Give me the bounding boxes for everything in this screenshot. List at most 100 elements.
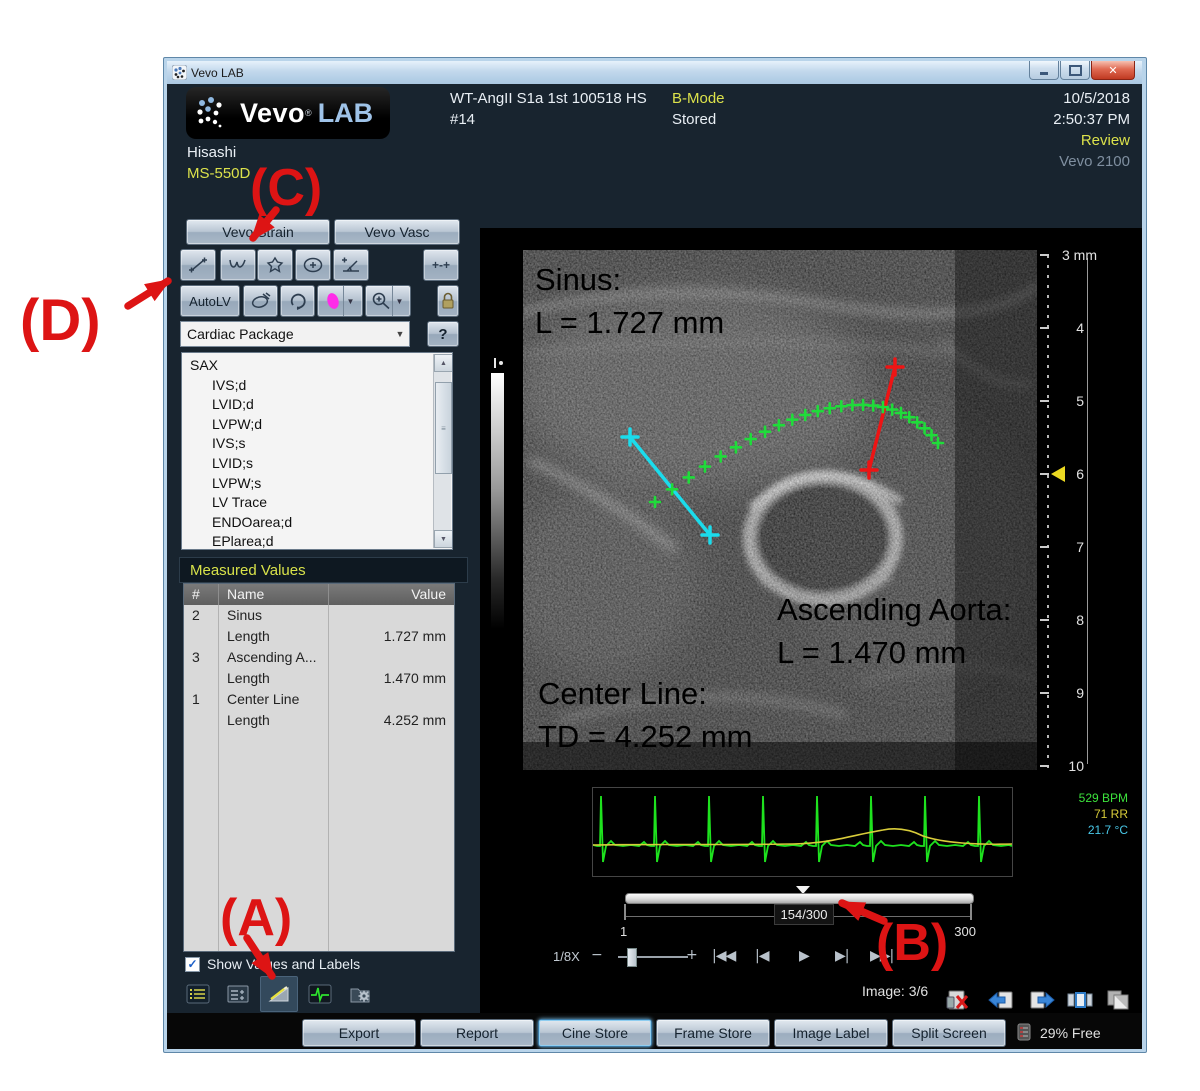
minimize-button[interactable]	[1029, 61, 1059, 80]
window-titlebar[interactable]: Vevo LAB	[167, 61, 1142, 84]
protocol-list[interactable]: SAXIVS;dLVID;dLVPW;dIVS;sLVID;sLVPW;sLV …	[181, 352, 453, 550]
protocol-scrollbar[interactable]: ▲ ≡ ▼	[433, 354, 451, 548]
tgc-marker-dot	[499, 361, 503, 365]
focus-depth-marker[interactable]	[1051, 466, 1065, 482]
protocol-item[interactable]: LVPW;d	[182, 415, 452, 435]
tab-measurements[interactable]	[260, 976, 298, 1012]
review-status: Review	[930, 130, 1130, 151]
vevo-vasc-button[interactable]: Vevo Vasc	[334, 219, 460, 245]
cine-store-button[interactable]: Cine Store	[538, 1019, 652, 1047]
vevo-strain-button[interactable]: Vevo Strain	[186, 219, 330, 245]
tab-list[interactable]	[180, 977, 216, 1011]
measured-value-name: Length	[218, 626, 328, 647]
skip-to-end-button[interactable]: ▶▶|	[870, 948, 893, 964]
protocol-item[interactable]: LVPW;s	[182, 474, 452, 494]
frame-counter: 154/300	[774, 904, 834, 925]
protocol-item[interactable]: EPlarea;d	[182, 532, 452, 550]
next-image-icon	[1028, 988, 1056, 1012]
maximize-button[interactable]	[1060, 61, 1090, 80]
lock-button[interactable]	[437, 285, 459, 317]
heart-rate-value: 529 BPM	[1008, 790, 1128, 806]
report-button[interactable]: Report	[420, 1019, 534, 1047]
tab-report[interactable]	[220, 977, 256, 1011]
cine-scrubber[interactable]	[625, 893, 974, 904]
image-compare-button[interactable]	[1105, 988, 1131, 1017]
color-roi-icon	[323, 290, 343, 312]
measured-value-name: Length	[218, 710, 328, 731]
aorta-value: L = 1.470 mm	[777, 631, 1011, 674]
measured-value-row[interactable]: Length1.727 mm	[184, 626, 454, 647]
ruler-major-tick	[1040, 692, 1049, 694]
show-values-checkbox[interactable]: ✓	[185, 957, 200, 972]
measured-value-row[interactable]: 3Ascending A...	[184, 647, 454, 668]
skip-to-start-button[interactable]: |◀◀	[712, 948, 735, 964]
split-screen-button[interactable]: Split Screen	[892, 1019, 1006, 1047]
protocol-item[interactable]: LV Trace	[182, 493, 452, 513]
protocol-item[interactable]: IVS;s	[182, 434, 452, 454]
sinus-value: L = 1.727 mm	[535, 301, 724, 344]
autolv-button[interactable]: AutoLV	[180, 285, 240, 317]
help-button[interactable]: ?	[427, 321, 459, 347]
measured-value-row[interactable]: 2Sinus	[184, 605, 454, 626]
color-roi-button[interactable]: ▼	[317, 285, 363, 317]
physio-icon	[307, 983, 333, 1005]
linear-measure-icon	[186, 255, 210, 275]
scroll-down-icon[interactable]: ▼	[434, 530, 453, 548]
step-forward-button[interactable]: ▶|	[835, 948, 848, 964]
sketch-trace-button[interactable]	[243, 285, 278, 317]
polygon-measure-button[interactable]	[257, 249, 293, 281]
scroll-thumb[interactable]: ≡	[435, 382, 452, 474]
chevron-down-icon: ▼	[391, 329, 409, 339]
package-select[interactable]: Cardiac Package ▼	[180, 321, 410, 347]
protocol-item[interactable]: IVS;d	[182, 376, 452, 396]
ellipse-measure-button[interactable]	[295, 249, 331, 281]
protocol-item[interactable]: LVID;d	[182, 395, 452, 415]
protocol-item[interactable]: SAX	[182, 356, 452, 376]
show-values-option[interactable]: ✓ Show Values and Labels	[185, 956, 360, 972]
trace-measure-button[interactable]	[220, 249, 256, 281]
tgc-marker	[494, 358, 496, 368]
angle-measure-button[interactable]	[333, 249, 369, 281]
frame-store-button[interactable]: Frame Store	[656, 1019, 770, 1047]
aorta-measurement-label: Ascending Aorta: L = 1.470 mm	[777, 588, 1011, 674]
close-icon: ✕	[1108, 64, 1117, 77]
tab-physio[interactable]	[302, 977, 338, 1011]
measured-value-row[interactable]: Length1.470 mm	[184, 668, 454, 689]
step-back-button[interactable]: |◀	[755, 948, 768, 964]
protocol-item[interactable]: LVID;s	[182, 454, 452, 474]
measured-value-row[interactable]: Length4.252 mm	[184, 710, 454, 731]
zoom-button[interactable]: ▼	[365, 285, 411, 317]
previous-image-button[interactable]	[987, 988, 1015, 1017]
play-button[interactable]: ▶	[799, 948, 809, 964]
measured-value-value	[328, 689, 454, 710]
distance-pair-button[interactable]: +-+	[423, 249, 459, 281]
measured-values-table[interactable]: # Name Value 2SinusLength1.727 mm3Ascend…	[183, 583, 455, 952]
window-controls: ✕	[1028, 61, 1192, 80]
measured-value-num: 1	[184, 689, 218, 710]
next-image-button[interactable]	[1028, 988, 1056, 1017]
export-button[interactable]: Export	[302, 1019, 416, 1047]
protocol-item[interactable]: ENDOarea;d	[182, 513, 452, 533]
linear-measure-button[interactable]	[180, 249, 216, 281]
polygon-measure-icon	[263, 255, 287, 275]
speed-decrease-button[interactable]: −	[591, 947, 602, 963]
measured-value-name: Ascending A...	[218, 647, 328, 668]
speed-slider-thumb[interactable]	[627, 948, 637, 967]
measured-value-row[interactable]: 1Center Line	[184, 689, 454, 710]
delete-image-button[interactable]	[944, 988, 970, 1017]
tab-settings[interactable]	[343, 977, 379, 1011]
magnifier-icon	[370, 291, 392, 311]
step-back-icon: |◀	[755, 948, 768, 964]
temperature-value: 21.7 °C	[1008, 822, 1128, 838]
color-roi-dropdown[interactable]: ▼	[343, 286, 357, 316]
redo-trace-button[interactable]	[280, 285, 315, 317]
speed-increase-button[interactable]: +	[686, 947, 697, 963]
logo-brand: Vevo	[240, 98, 305, 129]
scroll-up-icon[interactable]: ▲	[434, 354, 453, 372]
measured-value-value	[328, 647, 454, 668]
aorta-caliper-line	[869, 367, 895, 470]
close-button[interactable]: ✕	[1091, 61, 1135, 80]
zoom-dropdown[interactable]: ▼	[392, 286, 406, 316]
image-label-button[interactable]: Image Label	[774, 1019, 888, 1047]
image-browse-button[interactable]	[1066, 988, 1094, 1017]
